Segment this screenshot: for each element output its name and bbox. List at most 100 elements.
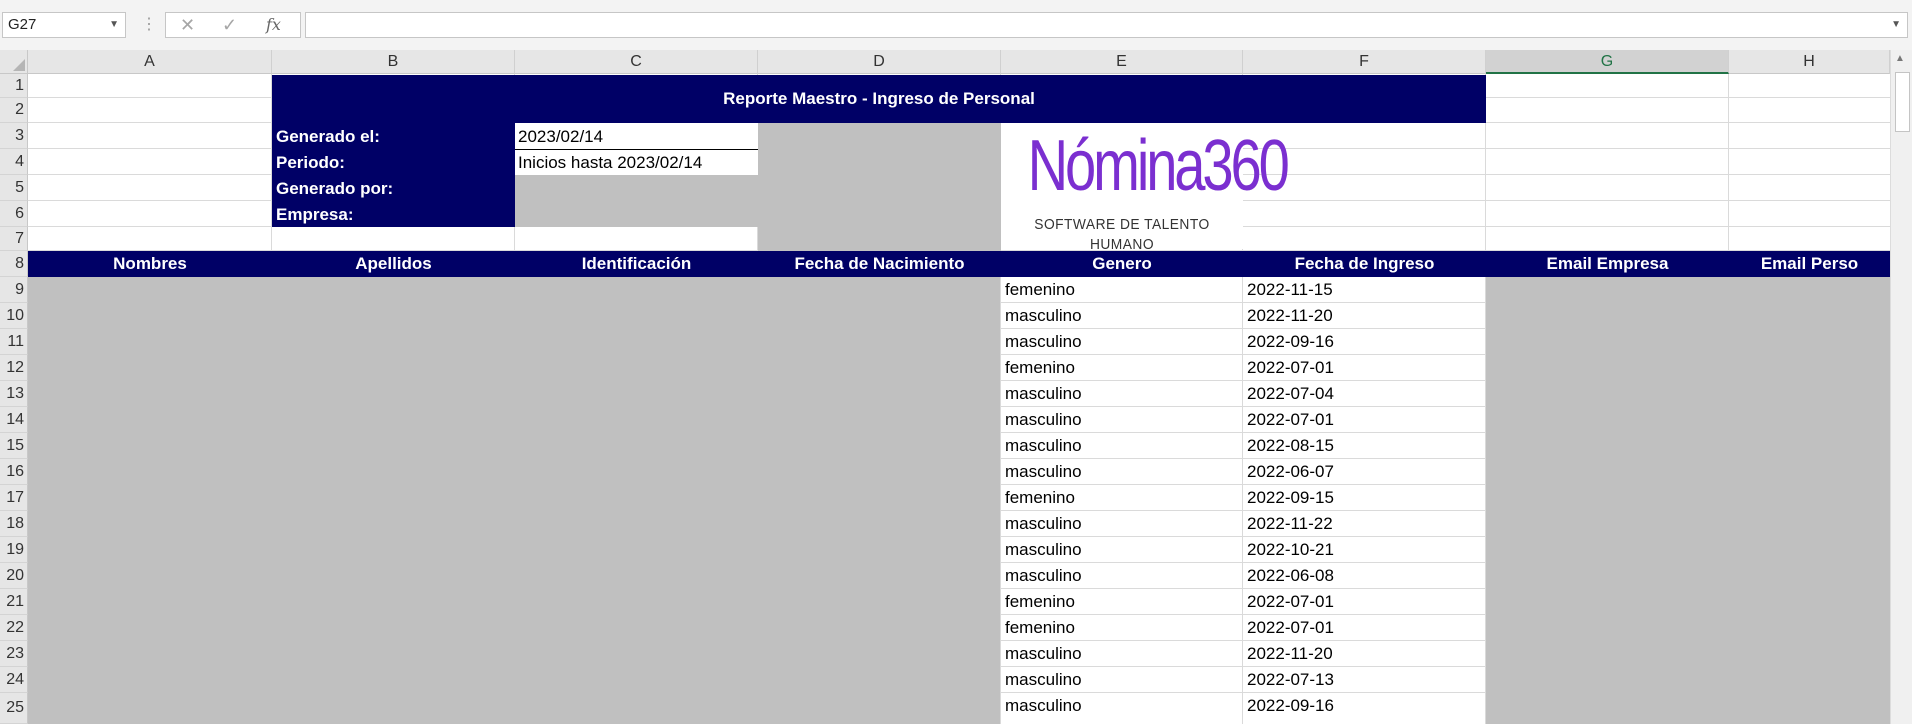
table-header-cell[interactable]: Identificación [515,251,758,277]
chevron-down-icon[interactable]: ▼ [109,13,119,37]
column-header-c[interactable]: C [515,50,758,74]
fecha-ingreso-cell[interactable]: 2022-11-20 [1247,641,1333,667]
row-header-12[interactable]: 12 [0,355,28,381]
row-header-14[interactable]: 14 [0,407,28,433]
row-header-1[interactable]: 1 [0,74,28,98]
genero-cell[interactable]: masculino [1005,563,1082,589]
row-header-23[interactable]: 23 [0,641,28,667]
fecha-ingreso-cell[interactable]: 2022-07-01 [1247,355,1334,381]
table-header-cell[interactable]: Email Perso [1729,251,1890,277]
function-icon[interactable]: fx [266,13,281,37]
genero-cell[interactable]: femenino [1005,355,1075,381]
name-box[interactable]: G27 ▼ [2,12,126,38]
column-header-g[interactable]: G [1486,50,1729,74]
genero-cell[interactable]: femenino [1005,615,1075,641]
scrollbar-thumb[interactable] [1895,72,1910,132]
fecha-ingreso-cell[interactable]: 2022-09-15 [1247,485,1334,511]
fecha-ingreso-cell[interactable]: 2022-07-01 [1247,589,1334,615]
column-header-b[interactable]: B [272,50,515,74]
row-header-11[interactable]: 11 [0,329,28,355]
close-icon[interactable]: ✕ [180,13,195,37]
table-header-cell[interactable]: Fecha de Nacimiento [758,251,1001,277]
spreadsheet-grid[interactable]: ABCDEFGH 1 2 3 4 5 6 7 8 9 10 11 12 13 14 15 16 17 18 19 20… [0,50,1912,724]
table-header-cell[interactable]: Nombres [28,251,272,277]
column-header-d[interactable]: D [758,50,1001,74]
logo-tagline: SOFTWARE DE TALENTO HUMANO [1034,216,1210,253]
fecha-ingreso-cell[interactable]: 2022-06-08 [1247,563,1334,589]
row-header-7[interactable]: 7 [0,227,28,251]
genero-cell[interactable]: masculino [1005,407,1082,433]
generado-por-label: Generado por: [276,179,394,198]
row-header-6[interactable]: 6 [0,201,28,227]
column-header-a[interactable]: A [28,50,272,74]
genero-cell[interactable]: femenino [1005,277,1075,303]
genero-cell[interactable]: masculino [1005,667,1082,693]
row-header-24[interactable]: 24 [0,667,28,693]
genero-cell[interactable]: masculino [1005,537,1082,563]
name-box-value: G27 [8,16,37,33]
check-icon[interactable]: ✓ [222,13,237,37]
genero-cell[interactable]: femenino [1005,485,1075,511]
logo-text: Nómina360 [1027,126,1290,206]
generado-label: Generado el: [276,127,380,146]
expand-formula-icon[interactable]: ▼ [1891,13,1901,37]
fecha-ingreso-cell[interactable]: 2022-11-22 [1247,511,1333,537]
empresa-label: Empresa: [276,205,354,224]
genero-cell[interactable]: masculino [1005,303,1082,329]
fecha-ingreso-cell[interactable]: 2022-10-21 [1247,537,1334,563]
row-header-21[interactable]: 21 [0,589,28,615]
fecha-ingreso-cell[interactable]: 2022-06-07 [1247,459,1334,485]
genero-cell[interactable]: masculino [1005,641,1082,667]
genero-cell[interactable]: masculino [1005,433,1082,459]
fecha-ingreso-cell[interactable]: 2022-07-01 [1247,615,1334,641]
row-header-10[interactable]: 10 [0,303,28,329]
table-header-cell[interactable]: Apellidos [272,251,515,277]
more-options-icon[interactable]: ⋮ [141,12,157,38]
row-header-25[interactable]: 25 [0,693,28,724]
genero-cell[interactable]: masculino [1005,329,1082,355]
scroll-up-icon[interactable]: ▲ [1895,53,1905,64]
fecha-ingreso-cell[interactable]: 2022-07-13 [1247,667,1334,693]
row-header-5[interactable]: 5 [0,175,28,201]
table-header-cell[interactable]: Fecha de Ingreso [1243,251,1486,277]
genero-cell[interactable]: masculino [1005,381,1082,407]
fecha-ingreso-cell[interactable]: 2022-08-15 [1247,433,1334,459]
row-header-9[interactable]: 9 [0,277,28,303]
row-header-4[interactable]: 4 [0,149,28,175]
periodo-label: Periodo: [276,153,345,172]
row-header-19[interactable]: 19 [0,537,28,563]
genero-cell[interactable]: masculino [1005,511,1082,537]
formula-bar: G27 ▼ ⋮ ✕ ✓ fx ▼ [0,0,1912,51]
table-header-cell[interactable]: Email Empresa [1486,251,1729,277]
vertical-scrollbar[interactable]: ▲ [1890,50,1912,724]
row-header-16[interactable]: 16 [0,459,28,485]
genero-cell[interactable]: femenino [1005,589,1075,615]
genero-cell[interactable]: masculino [1005,693,1082,719]
fecha-ingreso-cell[interactable]: 2022-11-20 [1247,303,1333,329]
select-all-button[interactable] [0,50,28,74]
redacted-block [1486,277,1890,724]
row-header-2[interactable]: 2 [0,98,28,123]
column-header-e[interactable]: E [1001,50,1243,74]
fecha-ingreso-cell[interactable]: 2022-11-15 [1247,277,1333,303]
column-header-h[interactable]: H [1729,50,1890,74]
fecha-ingreso-cell[interactable]: 2022-09-16 [1247,693,1334,719]
column-header-f[interactable]: F [1243,50,1486,74]
periodo-value: Inicios hasta 2023/02/14 [518,153,703,172]
fecha-ingreso-cell[interactable]: 2022-09-16 [1247,329,1334,355]
row-header-13[interactable]: 13 [0,381,28,407]
row-header-3[interactable]: 3 [0,123,28,149]
table-header-cell[interactable]: Genero [1001,251,1243,277]
formula-input[interactable]: ▼ [305,12,1908,38]
genero-cell[interactable]: masculino [1005,459,1082,485]
fecha-ingreso-cell[interactable]: 2022-07-01 [1247,407,1334,433]
row-header-20[interactable]: 20 [0,563,28,589]
redacted-block [28,277,1000,724]
redacted-block [515,175,758,227]
row-header-22[interactable]: 22 [0,615,28,641]
fecha-ingreso-cell[interactable]: 2022-07-04 [1247,381,1334,407]
row-header-18[interactable]: 18 [0,511,28,537]
row-header-8[interactable]: 8 [0,251,28,277]
row-header-15[interactable]: 15 [0,433,28,459]
row-header-17[interactable]: 17 [0,485,28,511]
